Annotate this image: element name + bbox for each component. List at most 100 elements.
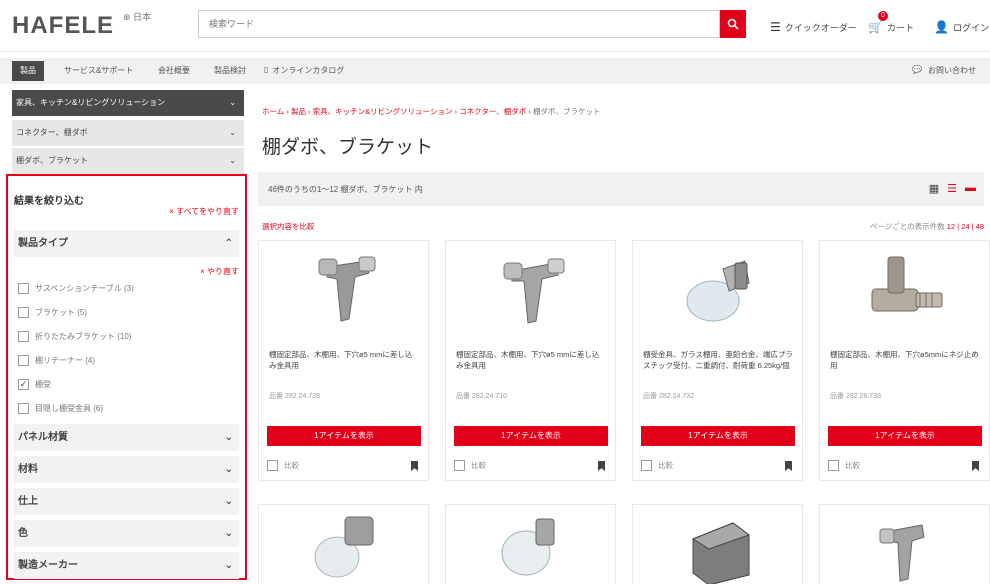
product-card[interactable]: [258, 504, 429, 584]
login-label: ログイン: [952, 22, 989, 33]
filter-section-panel-material[interactable]: パネル材質 ⌄: [14, 424, 239, 451]
per-page-options[interactable]: 12 | 24 | 48: [947, 222, 984, 231]
product-image[interactable]: [850, 249, 960, 331]
search-button[interactable]: [720, 10, 746, 38]
product-image[interactable]: [663, 249, 773, 331]
filter-option[interactable]: 目隠し棚受金具 (6): [18, 403, 103, 414]
filter-option[interactable]: ブラケット (5): [18, 307, 87, 318]
product-card[interactable]: 棚固定部品、木棚用、下穴ø5 mmに差し込み金具用 品番 282.24.710 …: [445, 240, 616, 481]
compare-checkbox[interactable]: 比較: [641, 460, 673, 471]
breadcrumb-link[interactable]: ホーム: [262, 107, 284, 116]
chevron-up-icon: ⌃: [224, 238, 233, 249]
search-icon: [727, 18, 739, 30]
checkbox[interactable]: [454, 460, 465, 471]
product-image[interactable]: [850, 509, 960, 584]
brand-logo[interactable]: HAFELE: [12, 12, 114, 40]
compare-checkbox[interactable]: 比較: [828, 460, 860, 471]
product-number: 品番 282.26.738: [830, 393, 881, 400]
show-item-button[interactable]: 1アイテムを表示: [641, 426, 795, 446]
bookmark-icon[interactable]: [785, 461, 792, 471]
clear-all-filters[interactable]: × すべてをやり直す: [169, 206, 239, 217]
bookmark-icon[interactable]: [598, 461, 605, 471]
region-selector[interactable]: ⊕ 日本: [123, 10, 151, 23]
category-shelf-supports[interactable]: 棚ダボ、ブラケット ⌄: [12, 148, 244, 174]
option-label: 棚受: [35, 380, 51, 389]
checkbox[interactable]: [641, 460, 652, 471]
nav-item-service[interactable]: サービス&サポート: [64, 65, 133, 76]
filter-section-manufacturer[interactable]: 製造メーカー ⌄: [14, 552, 239, 579]
product-card[interactable]: [819, 504, 990, 584]
section-label: 製造メーカー: [18, 560, 78, 571]
product-image[interactable]: [289, 249, 399, 331]
product-description[interactable]: 棚固定部品、木棚用、下穴ø5mmにネジ止め用: [830, 349, 980, 371]
grid-view-icon[interactable]: ▦: [929, 182, 939, 195]
cart-count-badge: 0: [878, 11, 888, 21]
checkbox[interactable]: [828, 460, 839, 471]
checkbox[interactable]: [18, 403, 29, 414]
show-item-button[interactable]: 1アイテムを表示: [828, 426, 982, 446]
compare-checkbox[interactable]: 比較: [267, 460, 299, 471]
search-input[interactable]: [199, 11, 689, 37]
result-count: 46件のうちの1～12 棚ダボ、ブラケット 内: [268, 185, 423, 194]
filter-section-color[interactable]: 色 ⌄: [14, 520, 239, 547]
quick-order-link[interactable]: ☰ クイックオーダー: [770, 20, 857, 34]
filter-option[interactable]: ✓ 棚受: [18, 379, 51, 390]
filter-option[interactable]: 折りたたみブラケット (10): [18, 331, 131, 342]
nav-item-products[interactable]: 製品: [12, 61, 44, 81]
breadcrumb-link[interactable]: コネクター、棚ダボ: [459, 107, 526, 116]
product-card[interactable]: [445, 504, 616, 584]
show-item-button[interactable]: 1アイテムを表示: [267, 426, 421, 446]
bookmark-icon[interactable]: [411, 461, 418, 471]
filter-section-material[interactable]: 材料 ⌄: [14, 456, 239, 483]
bookmark-icon[interactable]: [972, 461, 979, 471]
checkbox[interactable]: [267, 460, 278, 471]
nav-item-product-plan[interactable]: 製品検討: [214, 65, 246, 76]
filter-section-finish[interactable]: 仕上 ⌄: [14, 488, 239, 515]
section-label: 仕上: [18, 496, 38, 507]
page-title: 棚ダボ、ブラケット: [262, 137, 434, 158]
chat-icon: 💬: [912, 65, 922, 74]
checkbox[interactable]: [18, 307, 29, 318]
image-view-icon[interactable]: ▬: [965, 182, 976, 195]
checkbox[interactable]: [18, 355, 29, 366]
category-furniture[interactable]: 家具、キッチン&リビングソリューション ⌄: [12, 90, 244, 116]
product-image[interactable]: [476, 249, 586, 331]
category-connectors[interactable]: コネクター、棚ダボ ⌄: [12, 120, 244, 146]
filter-option[interactable]: 棚リテーナー (4): [18, 355, 95, 366]
filter-section-product-type[interactable]: 製品タイプ ⌃: [14, 230, 239, 257]
compare-selected-link[interactable]: 選択内容を比較: [262, 221, 315, 232]
show-item-button[interactable]: 1アイテムを表示: [454, 426, 608, 446]
option-label: ブラケット (5): [35, 308, 87, 317]
filter-option[interactable]: サスペンションテーブル (3): [18, 283, 134, 294]
product-description[interactable]: 棚固定部品、木棚用、下穴ø5 mmに差し込み金具用: [269, 349, 419, 371]
product-image[interactable]: [289, 509, 399, 584]
product-card[interactable]: 棚固定部品、木棚用、下穴ø5mmにネジ止め用 品番 282.26.738 1アイ…: [819, 240, 990, 481]
product-description[interactable]: 棚受金具、ガラス棚用、亜鉛合金、端広プラスチック受付、二重調付、耐荷重 6.25…: [643, 349, 793, 371]
checkbox-checked[interactable]: ✓: [18, 379, 29, 390]
cart-link[interactable]: 🛒 カート: [868, 20, 914, 34]
breadcrumb-link[interactable]: 製品: [291, 107, 306, 116]
quick-order-label: クイックオーダー: [784, 22, 857, 33]
checkbox[interactable]: [18, 283, 29, 294]
cart-label: カート: [886, 22, 914, 33]
nav-item-catalog[interactable]: ▯ オンラインカタログ: [264, 65, 344, 76]
product-description[interactable]: 棚固定部品、木棚用、下穴ø5 mmに差し込み金具用: [456, 349, 606, 371]
product-image[interactable]: [663, 509, 773, 584]
list-view-icon[interactable]: ☰: [947, 182, 957, 195]
chevron-down-icon: ⌄: [224, 528, 233, 539]
breadcrumb-link[interactable]: 家具、キッチン&リビングソリューション: [313, 107, 453, 116]
nav-item-company[interactable]: 会社概要: [158, 65, 190, 76]
compare-checkbox[interactable]: 比較: [454, 460, 486, 471]
contact-link[interactable]: 💬 お問い合わせ: [912, 65, 976, 76]
product-card[interactable]: [632, 504, 803, 584]
main-nav: 製品 サービス&サポート 会社概要 製品検討 ▯ オンラインカタログ 💬 お問い…: [0, 58, 990, 84]
product-image[interactable]: [476, 509, 586, 584]
option-label: 棚リテーナー (4): [35, 356, 95, 365]
login-link[interactable]: 👤 ログイン: [934, 20, 989, 34]
product-card[interactable]: 棚受金具、ガラス棚用、亜鉛合金、端広プラスチック受付、二重調付、耐荷重 6.25…: [632, 240, 803, 481]
per-page-label: ページごとの表示件数: [869, 222, 945, 231]
undo-filter[interactable]: × やり直す: [200, 266, 239, 277]
product-card[interactable]: 棚固定部品、木棚用、下穴ø5 mmに差し込み金具用 品番 282.24.728 …: [258, 240, 429, 481]
chevron-down-icon: ⌄: [229, 156, 236, 165]
checkbox[interactable]: [18, 331, 29, 342]
